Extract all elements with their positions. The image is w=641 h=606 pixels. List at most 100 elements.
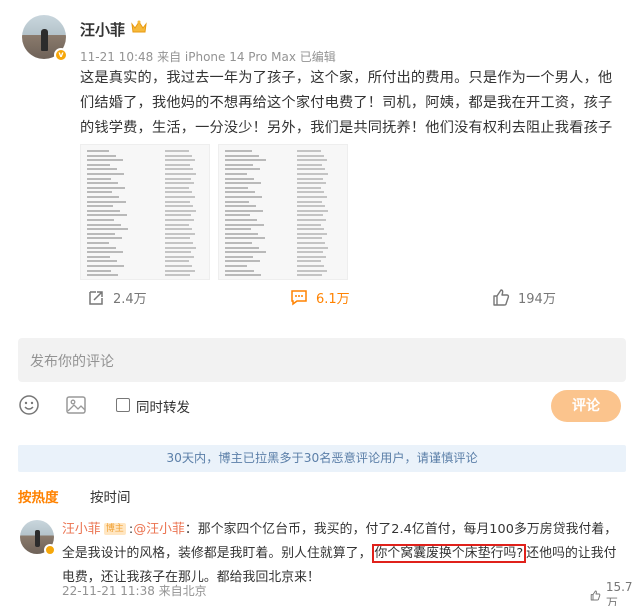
forward-checkbox[interactable]: [116, 398, 130, 412]
image-text-line: [87, 159, 123, 162]
image-value-line: [165, 196, 195, 198]
image-value-line: [297, 223, 321, 226]
image-value-line: [297, 246, 328, 249]
image-text-line: [87, 228, 128, 231]
post-header: v 汪小菲 11-21 10:48 来自 iPhone 14 Pro Max 已…: [18, 12, 628, 72]
image-value-line: [297, 163, 322, 166]
author-name[interactable]: 汪小菲: [80, 19, 125, 40]
image-text-line: [87, 154, 116, 157]
image-value-line: [297, 265, 324, 267]
like-button[interactable]: 194万: [492, 288, 556, 307]
image-value-line: [297, 200, 322, 203]
comment-button[interactable]: 6.1万: [290, 288, 350, 307]
reply-author[interactable]: 汪小菲: [62, 522, 101, 537]
image-value-line: [297, 219, 326, 221]
image-value-line: [297, 232, 327, 235]
image-text-line: [225, 186, 248, 189]
image-text-line: [87, 168, 117, 171]
image-text-line: [87, 251, 123, 254]
image-value-line: [165, 242, 193, 244]
image-value-line: [165, 159, 195, 162]
image-value-line: [165, 154, 192, 157]
image-text-line: [225, 154, 259, 157]
comment-placeholder: 发布你的评论: [30, 354, 114, 370]
share-button[interactable]: 2.4万: [88, 288, 147, 307]
reply-like-count: 15.7万: [605, 580, 633, 606]
image-value-line: [165, 200, 190, 203]
image-value-line: [297, 242, 325, 244]
image-value-line: [165, 214, 191, 217]
comment-tools: 同时转发 评论: [18, 390, 626, 422]
image-text-line: [225, 242, 252, 244]
image-text-line: [87, 214, 127, 217]
image-value-line: [297, 209, 328, 212]
image-text-line: [225, 228, 251, 231]
image-text-line: [87, 177, 111, 180]
share-icon: [89, 291, 103, 305]
like-icon: [493, 289, 510, 306]
comment-icon: [291, 290, 307, 306]
reply-mention[interactable]: @汪小菲: [133, 522, 185, 537]
like-count: 194万: [518, 292, 556, 307]
image-text-line: [225, 265, 247, 267]
sort-tabs: 按热度 按时间: [18, 486, 626, 508]
image-value-line: [165, 228, 192, 231]
reply-like-button[interactable]: 15.7万: [590, 580, 636, 606]
image-text-line: [87, 260, 117, 263]
tab-hot[interactable]: 按热度: [18, 486, 59, 506]
image-text-line: [87, 223, 121, 226]
image-text-line: [225, 205, 256, 208]
image-value-line: [297, 205, 325, 208]
image-value-line: [165, 223, 189, 226]
image-text-line: [225, 200, 249, 203]
image-value-line: [165, 232, 195, 235]
image-text-line: [225, 232, 258, 235]
post-meta: 11-21 10:48 来自 iPhone 14 Pro Max 已编辑: [80, 50, 336, 64]
image-value-line: [165, 173, 196, 175]
image-icon[interactable]: [65, 394, 87, 416]
verified-badge-icon: v: [54, 48, 68, 62]
post-images: [80, 144, 360, 280]
image-value-line: [165, 186, 189, 189]
notice-banner: 30天内，博主已拉黑多于30名恶意评论用户，请谨慎评论: [18, 445, 626, 472]
image-text-line: [225, 209, 263, 212]
image-text-line: [87, 200, 126, 203]
image-value-line: [165, 237, 190, 240]
image-text-line: [87, 246, 116, 249]
image-text-line: [87, 182, 118, 185]
image-value-line: [297, 196, 327, 198]
image-value-line: [165, 219, 194, 221]
image-text-line: [225, 163, 253, 166]
image-value-line: [297, 237, 322, 240]
post-image-2[interactable]: [218, 144, 348, 280]
image-text-line: [87, 274, 118, 277]
image-value-line: [165, 163, 190, 166]
submit-comment-button[interactable]: 评论: [551, 390, 621, 422]
emoji-icon[interactable]: [18, 394, 40, 416]
image-value-line: [297, 168, 325, 171]
image-text-line: [87, 219, 114, 221]
image-text-line: [225, 191, 255, 194]
image-value-line: [165, 168, 193, 171]
image-value-line: [297, 260, 321, 263]
image-text-line: [225, 168, 260, 171]
tab-time[interactable]: 按时间: [90, 486, 131, 506]
image-value-line: [165, 191, 192, 194]
image-text-line: [87, 232, 115, 235]
comment-count: 6.1万: [316, 292, 350, 307]
image-value-line: [165, 205, 193, 208]
image-value-line: [297, 186, 321, 189]
image-value-line: [297, 269, 327, 272]
image-text-line: [87, 269, 111, 272]
image-text-line: [87, 265, 124, 267]
image-value-line: [165, 260, 189, 263]
image-text-line: [87, 196, 119, 198]
image-value-line: [297, 173, 328, 175]
image-value-line: [165, 274, 190, 277]
share-count: 2.4万: [113, 292, 147, 307]
image-value-line: [297, 214, 323, 217]
post-image-1[interactable]: [80, 144, 210, 280]
image-text-line: [225, 260, 260, 263]
image-value-line: [297, 159, 327, 162]
comment-input[interactable]: 发布你的评论: [18, 338, 626, 382]
